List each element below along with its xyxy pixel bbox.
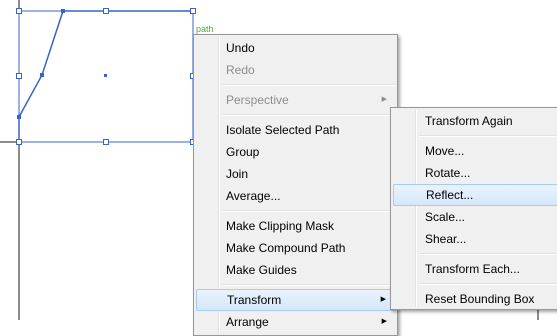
- submenu-arrow-icon: ▶: [381, 318, 387, 325]
- bounding-box-handle[interactable]: [103, 8, 109, 14]
- menu-item-average[interactable]: Average...: [196, 185, 395, 207]
- menu-item-redo: Redo: [196, 59, 395, 81]
- menu-item-label: Move...: [425, 144, 465, 158]
- menu-item-make-compound-path[interactable]: Make Compound Path: [196, 237, 395, 259]
- menu-item-label: Group: [226, 145, 260, 159]
- smart-guide-path-label: path: [196, 24, 214, 34]
- menu-item-label: Make Guides: [226, 263, 297, 277]
- bounding-box-handle[interactable]: [16, 73, 22, 79]
- bounding-box-handle[interactable]: [190, 8, 196, 14]
- menu-item-label: Perspective: [226, 93, 289, 107]
- submenu-item-scale[interactable]: Scale...: [393, 206, 557, 228]
- bounding-box-handle[interactable]: [16, 8, 22, 14]
- menu-item-label: Join: [226, 167, 249, 181]
- menu-item-label: Make Compound Path: [226, 241, 346, 255]
- menu-separator: [222, 114, 395, 116]
- menu-item-label: Transform Again: [425, 114, 513, 128]
- menu-item-isolate-selected-path[interactable]: Isolate Selected Path: [196, 119, 395, 141]
- menu-separator: [419, 283, 557, 285]
- anchor-point[interactable]: [40, 73, 44, 77]
- menu-item-label: Reset Bounding Box: [425, 292, 535, 306]
- context-menu: Undo Redo Perspective ▶ Isolate Selected Pat…: [193, 34, 398, 336]
- bounding-box-handle[interactable]: [16, 139, 22, 145]
- submenu-item-transform-each[interactable]: Transform Each...: [393, 258, 557, 280]
- anchor-point[interactable]: [61, 9, 65, 13]
- menu-separator: [419, 253, 557, 255]
- context-menu-list: Undo Redo Perspective ▶ Isolate Selected Pat…: [194, 35, 397, 333]
- menu-item-label: Transform: [227, 293, 282, 307]
- menu-item-group[interactable]: Group: [196, 141, 395, 163]
- menu-item-arrange[interactable]: Arrange ▶: [196, 311, 395, 333]
- menu-item-label: Transform Each...: [425, 262, 520, 276]
- submenu-item-transform-again[interactable]: Transform Again: [393, 110, 557, 132]
- menu-separator: [222, 210, 395, 212]
- submenu-item-rotate[interactable]: Rotate...: [393, 162, 557, 184]
- bounding-box-handle[interactable]: [103, 139, 109, 145]
- menu-item-label: Make Clipping Mask: [226, 219, 335, 233]
- menu-item-join[interactable]: Join: [196, 163, 395, 185]
- menu-item-perspective: Perspective ▶: [196, 89, 395, 111]
- menu-item-label: Redo: [226, 63, 255, 77]
- menu-item-label: Reflect...: [426, 188, 474, 202]
- submenu-item-move[interactable]: Move...: [393, 140, 557, 162]
- menu-separator: [222, 284, 395, 286]
- menu-item-make-clipping-mask[interactable]: Make Clipping Mask: [196, 215, 395, 237]
- menu-item-label: Undo: [226, 41, 255, 55]
- menu-item-label: Isolate Selected Path: [226, 123, 340, 137]
- menu-item-label: Arrange: [226, 315, 269, 329]
- center-point: [104, 74, 107, 77]
- anchor-point[interactable]: [17, 115, 21, 119]
- menu-item-label: Average...: [226, 189, 281, 203]
- menu-item-transform[interactable]: Transform ▶: [196, 289, 395, 311]
- menu-item-make-guides[interactable]: Make Guides: [196, 259, 395, 281]
- menu-separator: [222, 84, 395, 86]
- submenu-item-reflect[interactable]: Reflect...: [393, 184, 557, 206]
- submenu-item-reset-bounding-box[interactable]: Reset Bounding Box: [393, 288, 557, 310]
- transform-submenu: Transform Again Move... Rotate... Reflect..…: [390, 107, 557, 310]
- submenu-arrow-icon: ▶: [380, 296, 386, 303]
- menu-separator: [419, 135, 557, 137]
- menu-item-label: Scale...: [425, 210, 466, 224]
- menu-item-label: Rotate...: [425, 166, 471, 180]
- menu-item-label: Shear...: [425, 232, 467, 246]
- submenu-item-shear[interactable]: Shear...: [393, 228, 557, 250]
- submenu-arrow-icon: ▶: [381, 96, 387, 103]
- menu-item-undo[interactable]: Undo: [196, 37, 395, 59]
